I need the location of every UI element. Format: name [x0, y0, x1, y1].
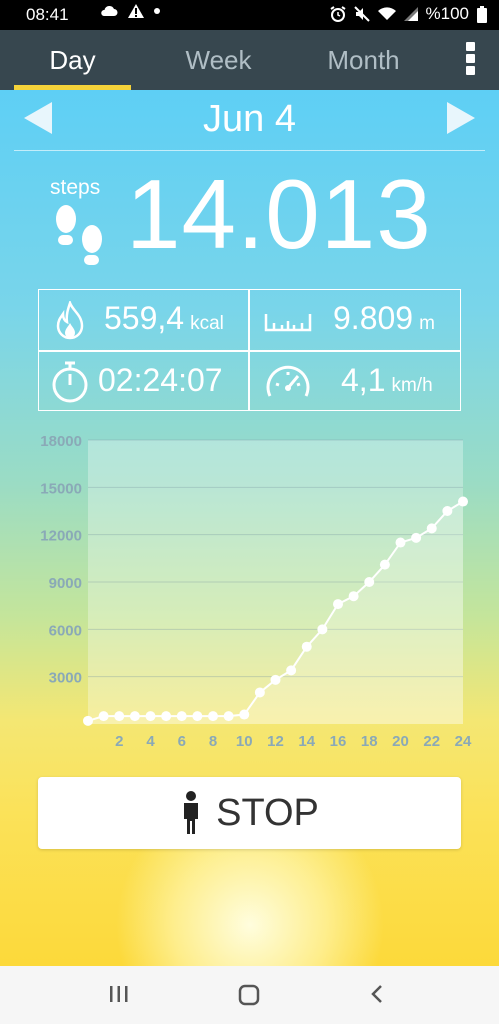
data-point [411, 532, 422, 543]
data-point [145, 711, 156, 722]
data-point [208, 711, 218, 722]
x-tick-label: 18 [361, 733, 378, 750]
data-point [176, 711, 187, 722]
tab-month[interactable]: Month [305, 30, 422, 90]
tab-day[interactable]: Day [14, 30, 131, 90]
x-tick-label: 14 [298, 733, 315, 750]
tab-week[interactable]: Week [160, 30, 277, 90]
y-tick-label: 6000 [49, 622, 82, 639]
stop-button[interactable]: STOP [38, 777, 461, 849]
person-icon [184, 791, 199, 834]
data-point [161, 711, 172, 722]
x-tick-label: 24 [455, 733, 472, 750]
data-point [317, 624, 328, 635]
data-point [223, 711, 234, 722]
data-point [192, 711, 203, 722]
dot-icon [154, 8, 160, 14]
tab-month-label: Month [327, 44, 400, 75]
flame-icon [56, 301, 84, 340]
x-tick-label: 6 [178, 733, 186, 750]
data-point [426, 523, 437, 534]
x-tick-label: 16 [330, 733, 347, 750]
battery-icon [477, 5, 487, 23]
stopwatch-icon [52, 361, 88, 403]
stop-label: STOP [216, 791, 319, 834]
x-tick-label: 8 [209, 733, 217, 750]
data-point [458, 496, 468, 507]
y-tick-label: 12000 [40, 528, 82, 545]
distance-stat: 9.809 m [333, 300, 435, 337]
cloud-icon [101, 5, 118, 16]
speedometer-icon [266, 365, 310, 397]
data-point [301, 641, 312, 652]
data-point [442, 506, 453, 516]
data-point [129, 711, 140, 722]
calories-value: 559,4 [104, 300, 185, 336]
speed-value: 4,1 [341, 362, 386, 398]
y-tick-label: 9000 [49, 575, 82, 592]
recents-icon[interactable] [108, 984, 130, 1004]
y-tick-label: 3000 [49, 670, 82, 687]
next-day-arrow-icon[interactable] [447, 102, 475, 134]
back-icon[interactable] [368, 984, 388, 1004]
data-point [114, 711, 125, 722]
day-view: Jun 4 steps 14.013 559,4 kcal 9.809 m 02… [0, 90, 499, 966]
x-tick-label: 10 [236, 733, 253, 750]
x-tick-label: 12 [267, 733, 284, 750]
warning-icon [128, 4, 144, 18]
status-bar: 08:41 %100 [0, 0, 499, 30]
home-icon[interactable] [238, 984, 260, 1006]
wifi-icon [377, 7, 396, 21]
x-tick-label: 4 [146, 733, 155, 750]
signal-icon [403, 7, 418, 21]
data-point [333, 599, 343, 610]
tab-day-label: Day [49, 44, 96, 75]
distance-unit: m [419, 313, 435, 334]
data-point [364, 577, 375, 587]
x-tick-label: 22 [423, 733, 440, 750]
data-point [254, 687, 265, 698]
data-point [83, 715, 93, 726]
steps-chart: 3000600090001200015000180002 4 6 8 10 12 14 16 1… [40, 433, 472, 750]
steps-count: 14.013 [126, 159, 432, 269]
more-vert-icon[interactable] [463, 40, 477, 80]
data-point [379, 559, 390, 570]
y-tick-label: 15000 [40, 480, 82, 497]
data-point [98, 711, 109, 722]
x-tick-label: 20 [392, 733, 409, 750]
current-date: Jun 4 [203, 98, 296, 140]
data-point [270, 674, 281, 685]
mute-icon [353, 6, 370, 22]
divider [14, 150, 485, 151]
duration-stat: 02:24:07 [98, 362, 223, 399]
y-tick-label: 18000 [40, 433, 82, 450]
distance-value: 9.809 [333, 300, 414, 336]
duration-value: 02:24:07 [98, 362, 223, 398]
system-nav-bar [0, 966, 499, 1024]
calories-unit: kcal [190, 313, 224, 334]
data-point [348, 591, 359, 602]
status-time: 08:41 [26, 5, 69, 24]
speed-stat: 4,1 km/h [341, 362, 433, 399]
x-tick-label: 2 [115, 733, 123, 750]
steps-label: steps [50, 176, 101, 199]
tab-bar: Day Week Month [0, 30, 499, 90]
calories-stat: 559,4 kcal [104, 300, 224, 337]
data-point [395, 537, 406, 548]
speed-unit: km/h [391, 375, 433, 396]
battery-text: %100 [425, 4, 469, 23]
alarm-icon [329, 6, 346, 22]
data-point [239, 709, 250, 720]
tab-week-label: Week [185, 44, 252, 75]
data-point [286, 665, 297, 676]
footprints-icon [56, 205, 102, 265]
ruler-icon [264, 314, 312, 332]
